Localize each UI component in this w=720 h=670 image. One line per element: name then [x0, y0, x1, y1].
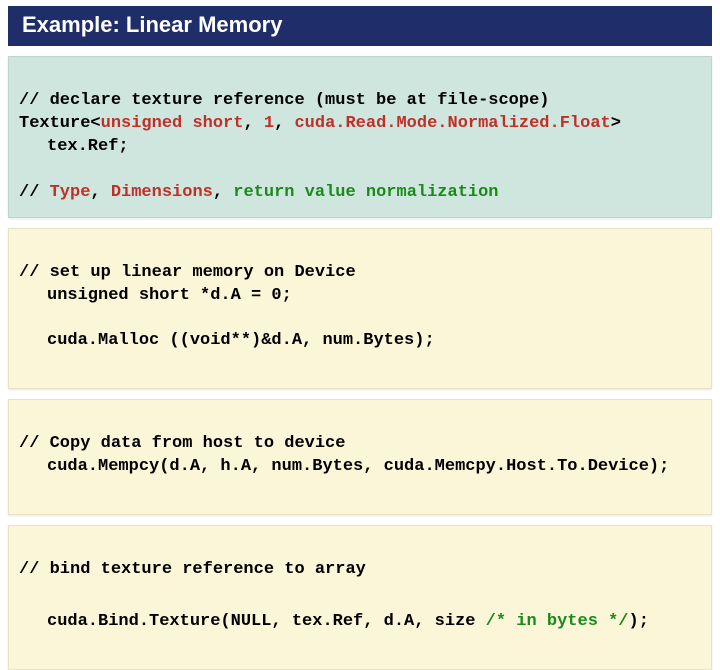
spacer	[19, 582, 701, 588]
code-block-declare-texture: // declare texture reference (must be at…	[8, 56, 712, 218]
slide-title: Example: Linear Memory	[8, 6, 712, 46]
code-line: // Type, Dimensions, return value normal…	[19, 183, 499, 202]
code-block-copy-data: // Copy data from host to device cuda.Me…	[8, 399, 712, 515]
code-line: unsigned short *d.A = 0;	[47, 285, 701, 308]
code-line: cuda.Malloc ((void**)&d.A, num.Bytes);	[47, 330, 701, 353]
code-line: // set up linear memory on Device	[19, 263, 356, 282]
code-line: // declare texture reference (must be at…	[19, 91, 550, 110]
code-line: tex.Ref;	[47, 136, 701, 159]
code-block-bind-texture: // bind texture reference to array cuda.…	[8, 525, 712, 670]
code-line: // bind texture reference to array	[19, 560, 366, 579]
code-line: cuda.Bind.Texture(NULL, tex.Ref, d.A, si…	[47, 611, 701, 634]
code-line: // Copy data from host to device	[19, 434, 345, 453]
code-line: cuda.Mempcy(d.A, h.A, num.Bytes, cuda.Me…	[47, 456, 701, 479]
code-line: Texture<unsigned short, 1, cuda.Read.Mod…	[19, 114, 621, 133]
code-block-setup-memory: // set up linear memory on Device unsign…	[8, 228, 712, 390]
